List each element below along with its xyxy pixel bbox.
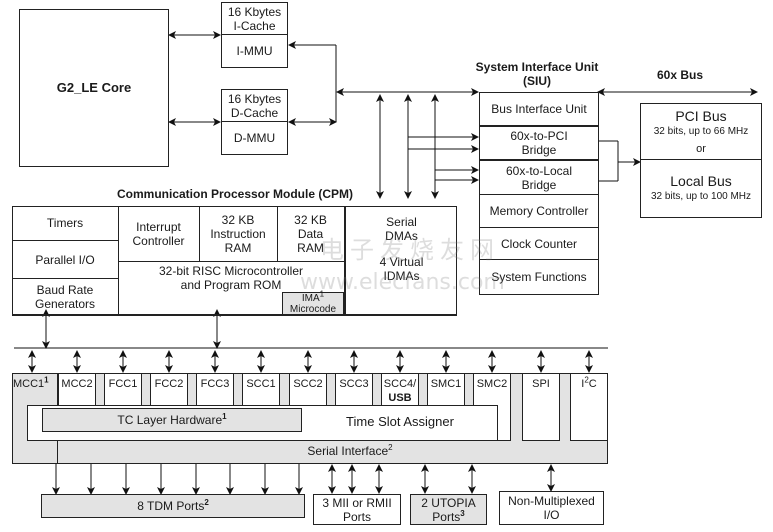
controller-label: SCC3 bbox=[339, 378, 369, 390]
serial-interface-label: Serial Interface2 bbox=[307, 443, 393, 459]
controller-label: SCC2 bbox=[293, 378, 323, 390]
dcache-size: 16 Kbytes bbox=[227, 91, 282, 106]
core-label: G2_LE Core bbox=[56, 80, 132, 95]
60x-bus-label: 60x Bus bbox=[656, 68, 704, 82]
siu-title: System Interface Unit (SIU) bbox=[462, 60, 612, 88]
controller-ic: I2C bbox=[570, 373, 608, 441]
controller-label: SPI bbox=[532, 378, 550, 390]
controller-spi: SPI bbox=[522, 373, 560, 441]
controller-label: SMC1 bbox=[430, 378, 462, 390]
icache-size: 16 Kbytes bbox=[227, 4, 282, 19]
controller-label: SMC2 bbox=[476, 378, 508, 390]
cpm-title: Communication Processor Module (CPM) bbox=[116, 187, 354, 201]
watermark-url: www.elecfans.com bbox=[300, 270, 505, 295]
dcache-name: D-Cache bbox=[230, 105, 279, 120]
controller-label-2: USB bbox=[388, 392, 412, 404]
local-bus-desc: 32 bits, up to 100 MHz bbox=[650, 191, 752, 202]
bus-interface-unit: Bus Interface Unit bbox=[480, 93, 598, 127]
siu-title-line2: (SIU) bbox=[523, 74, 551, 88]
external-bus-block: PCI Bus 32 bits, up to 66 MHz or Local B… bbox=[640, 103, 762, 218]
dmmu-label: D-MMU bbox=[233, 131, 276, 145]
baud-rate-generators: Baud Rate Generators bbox=[34, 283, 96, 311]
controller-label: SCC1 bbox=[246, 378, 276, 390]
tc-layer-hardware: TC Layer Hardware1 bbox=[42, 408, 302, 432]
non-multiplexed-io: Non-Multiplexed I/O bbox=[499, 491, 604, 525]
tdm-ports: 8 TDM Ports2 bbox=[41, 494, 305, 518]
controller-label: SCC4/ bbox=[383, 378, 417, 390]
siu-title-line1: System Interface Unit bbox=[475, 60, 599, 74]
pci-bus-title: PCI Bus bbox=[675, 107, 727, 124]
watermark-cn: 电子发烧友网 bbox=[320, 236, 500, 264]
timers: Timers bbox=[12, 206, 118, 241]
pci-bridge: 60x-to-PCI Bridge bbox=[480, 127, 598, 161]
icache-name: I-Cache bbox=[233, 18, 276, 33]
parallel-io: Parallel I/O bbox=[12, 241, 118, 279]
mii-rmii-ports: 3 MII or RMII Ports bbox=[313, 494, 401, 525]
local-bus-title: Local Bus bbox=[670, 173, 732, 189]
immu-label: I-MMU bbox=[236, 44, 273, 58]
controller-label: FCC2 bbox=[154, 378, 184, 390]
controller-label: MCC1 bbox=[13, 378, 45, 390]
dcache-block: 16 Kbytes D-Cache D-MMU bbox=[221, 89, 288, 155]
controller-label: FCC1 bbox=[108, 378, 138, 390]
g2-le-core: G2_LE Core bbox=[19, 9, 169, 167]
pci-bus-desc: 32 bits, up to 66 MHz bbox=[653, 125, 749, 137]
or-label: or bbox=[696, 142, 706, 155]
interrupt-controller: Interrupt Controller bbox=[132, 219, 185, 248]
icache-block: 16 Kbytes I-Cache I-MMU bbox=[221, 2, 288, 68]
ima-microcode: IMA1 Microcode bbox=[282, 290, 344, 315]
tsa-label: Time Slot Assigner bbox=[346, 414, 454, 429]
controller-label: FCC3 bbox=[200, 378, 230, 390]
controller-label: MCC2 bbox=[61, 378, 93, 390]
utopia-ports: 2 UTOPIA Ports3 bbox=[410, 494, 487, 525]
memory-controller: Memory Controller bbox=[480, 195, 598, 228]
local-bridge: 60x-to-Local Bridge bbox=[480, 161, 598, 195]
instruction-ram: 32 KB Instruction RAM bbox=[210, 212, 266, 255]
